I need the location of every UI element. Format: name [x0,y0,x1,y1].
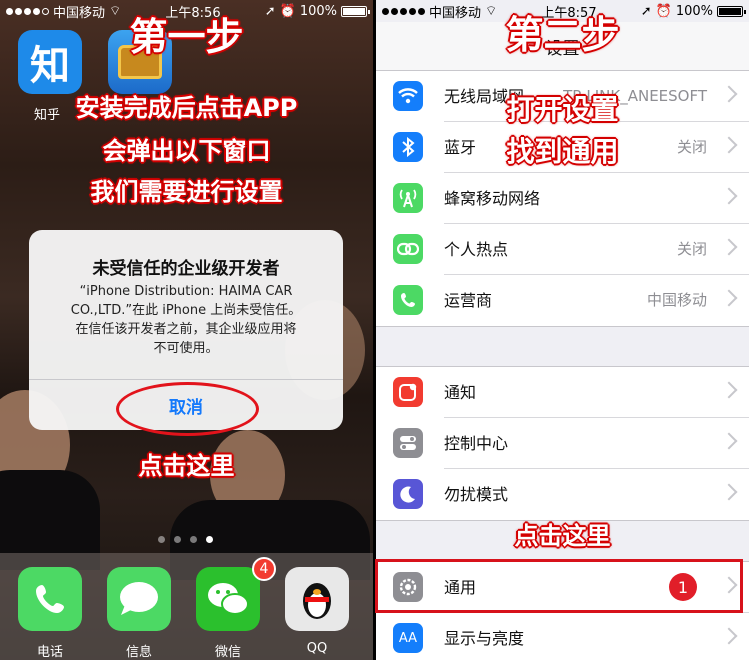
messages-app-label: 信息 [125,645,152,660]
settings-row-do-not-disturb[interactable]: 勿扰模式 [376,469,749,520]
settings-row-value: 关闭 [676,240,707,258]
step1-line1: 安装完成后点击APP [75,94,298,122]
alert-message: “iPhone Distribution: HAIMA CAR CO.,LTD.… [43,282,329,358]
settings-row-label: 控制中心 [444,434,509,453]
settings-row-label: 勿扰模式 [444,485,509,504]
highlight-ellipse [116,382,259,436]
moon-icon [393,479,423,509]
phone-icon [36,585,64,613]
wechat-app-icon[interactable] [196,567,260,631]
notifications-icon [393,377,423,407]
alert-message-line: “iPhone Distribution: HAIMA CAR [79,284,293,299]
highlight-box [375,559,743,613]
phone-app-label: 电话 [36,645,63,660]
settings-row-notifications[interactable]: 通知 [376,367,749,418]
chevron-right-icon [720,187,738,205]
wechat-badge: 4 [252,557,276,581]
page-indicator [158,536,213,543]
wechat-app-label: 微信 [214,645,241,660]
settings-row-label: 个人热点 [444,240,509,259]
display-icon: AA [393,623,423,653]
settings-row-display-brightness[interactable]: AA 显示与亮度 [376,613,749,660]
settings-row-label: 运营商 [444,291,493,310]
step1-title: 第一步 [129,15,244,59]
wechat-icon [208,583,249,615]
settings-group-system: 通知 控制中心 勿扰模式 [376,366,749,521]
phone-icon [393,285,423,315]
penguin-icon [303,583,331,619]
step2-line2: 找到通用 [506,135,619,168]
control-center-icon [393,428,423,458]
step1-line3: 我们需要进行设置 [90,178,283,206]
settings-row-label: 蜂窝移动网络 [444,189,541,208]
display-glyph: AA [398,630,418,646]
qq-app-icon[interactable] [285,567,349,631]
alert-message-line: CO.,LTD.”在此 iPhone 上尚未受信任。 [70,303,302,318]
settings-row-carrier[interactable]: 运营商 中国移动 [376,275,749,326]
chevron-right-icon [720,483,738,501]
chevron-right-icon [720,627,738,645]
alert-title: 未受信任的企业级开发者 [92,259,280,279]
step2-line1: 打开设置 [506,93,619,126]
cellular-icon [393,183,423,213]
settings-row-label: 通知 [444,383,477,402]
messages-app-icon[interactable] [107,567,171,631]
chevron-right-icon [720,238,738,256]
settings-row-cellular[interactable]: 蜂窝移动网络 [376,173,749,224]
speech-bubble-icon [120,582,158,615]
settings-row-control-center[interactable]: 控制中心 [376,418,749,469]
settings-row-label: 显示与亮度 [444,629,525,648]
chevron-right-icon [720,432,738,450]
step1-panel: 中国移动 ⌔ 上午8:56 ➚ ⏰ 100% 知 知乎 第一步 安装完成后点击A… [0,0,373,660]
alert-message-line: 不可使用。 [153,341,219,356]
step2-title: 第二步 [505,13,620,57]
chevron-right-icon [720,289,738,307]
chevron-right-icon [720,381,738,399]
hotspot-icon [393,234,423,264]
settings-row-hotspot[interactable]: 个人热点 关闭 [376,224,749,275]
step1-click-here: 点击这里 [138,452,235,480]
settings-row-value: 中国移动 [646,291,707,309]
step2-click-here: 点击这里 [514,522,611,550]
phone-app-icon[interactable] [18,567,82,631]
step1-line2: 会弹出以下窗口 [102,137,271,165]
qq-app-label: QQ [306,641,328,656]
alert-message-line: 在信任该开发者之前，其企业级应用将 [75,322,297,337]
